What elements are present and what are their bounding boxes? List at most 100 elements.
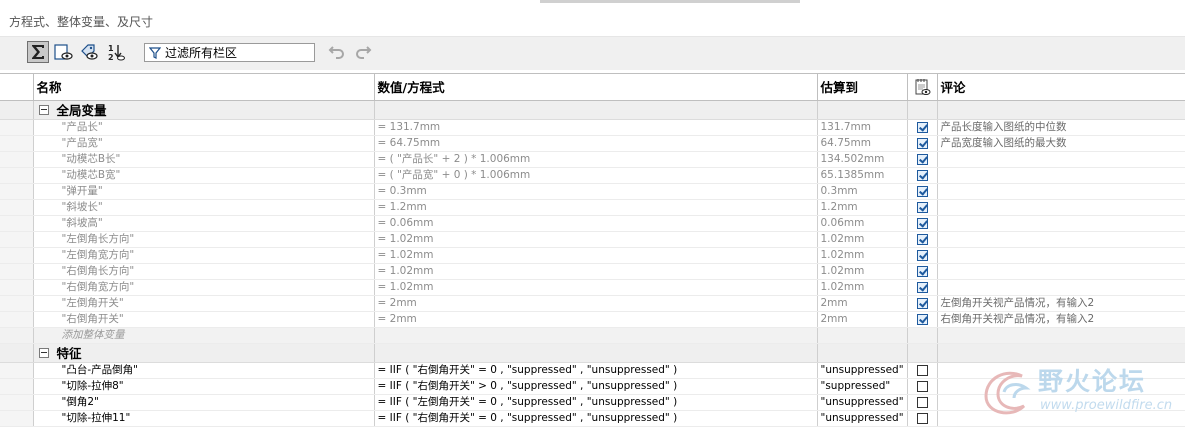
variable-name-cell[interactable]: "倒角2" bbox=[33, 394, 375, 411]
suppress-cell[interactable] bbox=[907, 231, 938, 248]
suppress-checkbox[interactable] bbox=[916, 364, 928, 376]
column-header-suppress[interactable] bbox=[907, 73, 938, 101]
suppress-checkbox[interactable] bbox=[916, 265, 928, 277]
comment-cell[interactable] bbox=[937, 279, 1185, 296]
comment-cell[interactable]: 右倒角开关视产品情况，有输入2 bbox=[937, 311, 1185, 328]
suppress-cell[interactable] bbox=[907, 295, 938, 312]
suppress-checkbox[interactable] bbox=[916, 153, 928, 165]
equation-cell[interactable]: = 1.02mm bbox=[374, 231, 818, 248]
column-header-evaluates[interactable]: 估算到 bbox=[817, 73, 908, 101]
add-variable-cell[interactable]: 添加整体变量 bbox=[33, 327, 375, 344]
section-title-cell[interactable]: 特征 bbox=[33, 343, 375, 363]
redo-button[interactable] bbox=[352, 41, 374, 63]
row-header[interactable] bbox=[0, 263, 34, 280]
variable-name-cell[interactable]: "凸台-产品倒角" bbox=[33, 362, 375, 379]
row-header[interactable] bbox=[0, 199, 34, 216]
row-header[interactable] bbox=[0, 343, 34, 363]
comment-cell[interactable] bbox=[937, 231, 1185, 248]
row-header[interactable] bbox=[0, 151, 34, 168]
variable-name-cell[interactable]: "产品宽" bbox=[33, 135, 375, 152]
suppress-cell[interactable] bbox=[907, 119, 938, 136]
section-title-cell[interactable]: 全局变量 bbox=[33, 100, 375, 120]
variable-name-cell[interactable]: "动模芯B长" bbox=[33, 151, 375, 168]
undo-button[interactable] bbox=[326, 41, 348, 63]
suppress-checkbox[interactable] bbox=[916, 137, 928, 149]
column-header-name[interactable]: 名称 bbox=[33, 73, 375, 101]
equation-cell[interactable]: = 131.7mm bbox=[374, 119, 818, 136]
suppress-checkbox[interactable] bbox=[916, 249, 928, 261]
suppress-cell[interactable] bbox=[907, 135, 938, 152]
suppress-cell[interactable] bbox=[907, 311, 938, 328]
row-header[interactable] bbox=[0, 135, 34, 152]
row-header[interactable] bbox=[0, 295, 34, 312]
comment-cell[interactable]: 产品宽度输入图纸的最大数 bbox=[937, 135, 1185, 152]
equation-cell[interactable]: = IIF ( "右倒角开关" > 0 , "suppressed" , "un… bbox=[374, 378, 818, 395]
column-header-comment[interactable]: 评论 bbox=[937, 73, 1185, 101]
tag-view-button[interactable] bbox=[78, 41, 100, 63]
equation-cell[interactable]: = 1.02mm bbox=[374, 263, 818, 280]
suppress-cell[interactable] bbox=[907, 199, 938, 216]
comment-cell[interactable] bbox=[937, 263, 1185, 280]
variable-name-cell[interactable]: "产品长" bbox=[33, 119, 375, 136]
row-header[interactable] bbox=[0, 247, 34, 264]
suppress-checkbox[interactable] bbox=[916, 412, 928, 424]
suppress-cell[interactable] bbox=[907, 263, 938, 280]
suppress-checkbox[interactable] bbox=[916, 121, 928, 133]
row-header[interactable] bbox=[0, 362, 34, 379]
row-header[interactable] bbox=[0, 231, 34, 248]
variable-name-cell[interactable]: "斜坡高" bbox=[33, 215, 375, 232]
variable-name-cell[interactable]: "斜坡长" bbox=[33, 199, 375, 216]
row-header[interactable] bbox=[0, 311, 34, 328]
suppress-cell[interactable] bbox=[907, 215, 938, 232]
comment-cell[interactable] bbox=[937, 378, 1185, 395]
equation-cell[interactable]: = 64.75mm bbox=[374, 135, 818, 152]
suppress-checkbox[interactable] bbox=[916, 313, 928, 325]
suppress-cell[interactable] bbox=[907, 394, 938, 411]
row-header[interactable] bbox=[0, 215, 34, 232]
equation-cell[interactable]: = IIF ( "左倒角开关" = 0 , "suppressed" , "un… bbox=[374, 394, 818, 411]
variable-name-cell[interactable]: "左倒角宽方向" bbox=[33, 247, 375, 264]
comment-cell[interactable] bbox=[937, 167, 1185, 184]
variable-name-cell[interactable]: "切除-拉伸8" bbox=[33, 378, 375, 395]
equation-cell[interactable]: = 1.02mm bbox=[374, 279, 818, 296]
collapse-icon[interactable] bbox=[38, 348, 49, 358]
row-header[interactable] bbox=[0, 119, 34, 136]
equation-cell[interactable]: = ( "产品宽" + 0 ) * 1.006mm bbox=[374, 167, 818, 184]
suppress-checkbox[interactable] bbox=[916, 185, 928, 197]
variable-name-cell[interactable]: "右倒角宽方向" bbox=[33, 279, 375, 296]
comment-cell[interactable] bbox=[937, 410, 1185, 427]
variable-name-cell[interactable]: "右倒角长方向" bbox=[33, 263, 375, 280]
display-view-button[interactable] bbox=[52, 41, 74, 63]
variable-name-cell[interactable]: "动模芯B宽" bbox=[33, 167, 375, 184]
suppress-checkbox[interactable] bbox=[916, 380, 928, 392]
suppress-cell[interactable] bbox=[907, 362, 938, 379]
suppress-checkbox[interactable] bbox=[916, 281, 928, 293]
row-header[interactable] bbox=[0, 410, 34, 427]
comment-cell[interactable] bbox=[937, 183, 1185, 200]
suppress-cell[interactable] bbox=[907, 183, 938, 200]
comment-cell[interactable]: 左倒角开关视产品情况，有输入2 bbox=[937, 295, 1185, 312]
variable-name-cell[interactable]: "切除-拉伸11" bbox=[33, 410, 375, 427]
equation-cell[interactable]: = 0.3mm bbox=[374, 183, 818, 200]
equation-cell[interactable]: = ( "产品长" + 2 ) * 1.006mm bbox=[374, 151, 818, 168]
filter-input[interactable]: 过滤所有栏区 bbox=[144, 43, 315, 62]
equation-cell[interactable]: = 1.2mm bbox=[374, 199, 818, 216]
variable-name-cell[interactable]: "右倒角开关" bbox=[33, 311, 375, 328]
row-header[interactable] bbox=[0, 394, 34, 411]
suppress-checkbox[interactable] bbox=[916, 201, 928, 213]
comment-cell[interactable] bbox=[937, 394, 1185, 411]
equation-cell[interactable]: = 0.06mm bbox=[374, 215, 818, 232]
suppress-cell[interactable] bbox=[907, 410, 938, 427]
equation-cell[interactable]: = 1.02mm bbox=[374, 247, 818, 264]
comment-cell[interactable] bbox=[937, 199, 1185, 216]
equation-cell[interactable]: = 2mm bbox=[374, 311, 818, 328]
suppress-cell[interactable] bbox=[907, 167, 938, 184]
row-header[interactable] bbox=[0, 279, 34, 296]
suppress-checkbox[interactable] bbox=[916, 396, 928, 408]
comment-cell[interactable]: 产品长度输入图纸的中位数 bbox=[937, 119, 1185, 136]
suppress-cell[interactable] bbox=[907, 247, 938, 264]
comment-cell[interactable] bbox=[937, 215, 1185, 232]
suppress-cell[interactable] bbox=[907, 378, 938, 395]
suppress-checkbox[interactable] bbox=[916, 217, 928, 229]
equation-cell[interactable]: = 2mm bbox=[374, 295, 818, 312]
